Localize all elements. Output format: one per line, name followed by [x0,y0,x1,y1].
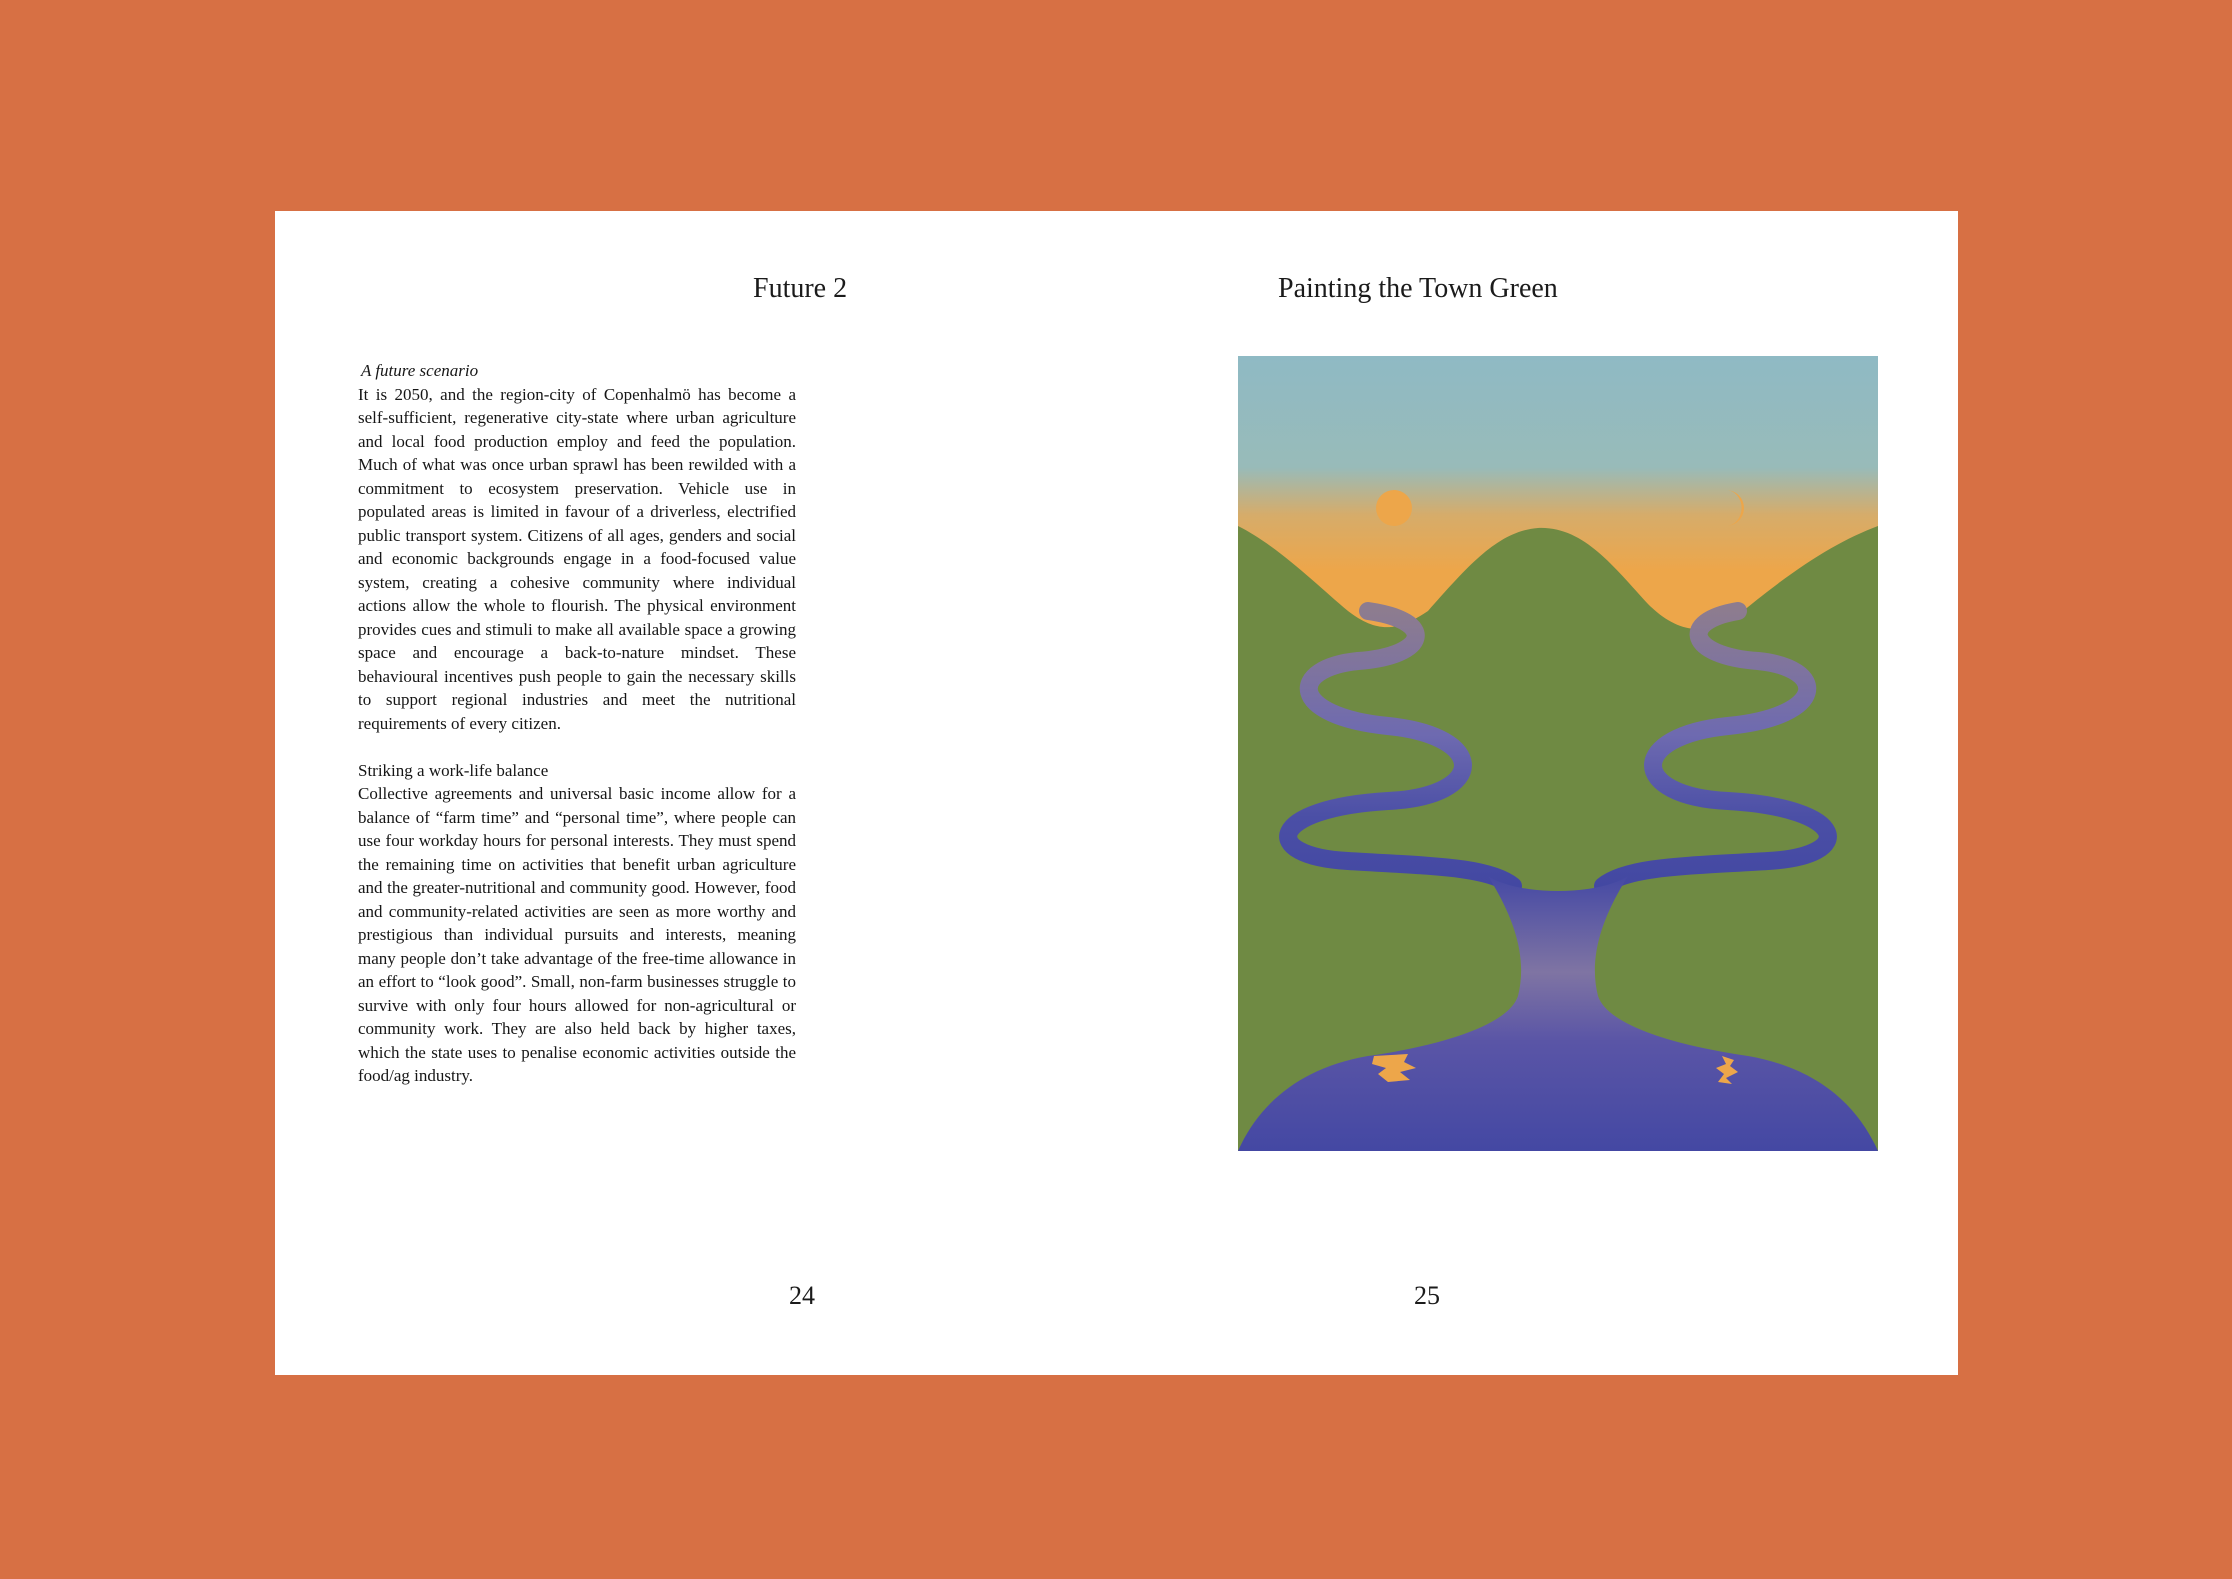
left-page-title: Future 2 [753,273,848,304]
page-number-right: 25 [1414,1281,1440,1310]
section-heading-future-scenario: A future scenario [361,361,479,380]
section-heading-work-life-balance: Striking a work-life balance [358,760,549,780]
sun [1376,490,1412,526]
left-page-body: A future scenario It is 2050, and the re… [358,359,796,1111]
right-page-title: Painting the Town Green [1278,273,1558,304]
section-body-work-life-balance: Collective agreements and universal basi… [358,784,796,1085]
page-number-left: 24 [789,1281,815,1310]
book-spread: Future 2 Painting the Town Green A futur… [275,211,1958,1375]
landscape-illustration [1238,356,1878,1151]
section-body-future-scenario: It is 2050, and the region-city of Copen… [358,384,796,733]
